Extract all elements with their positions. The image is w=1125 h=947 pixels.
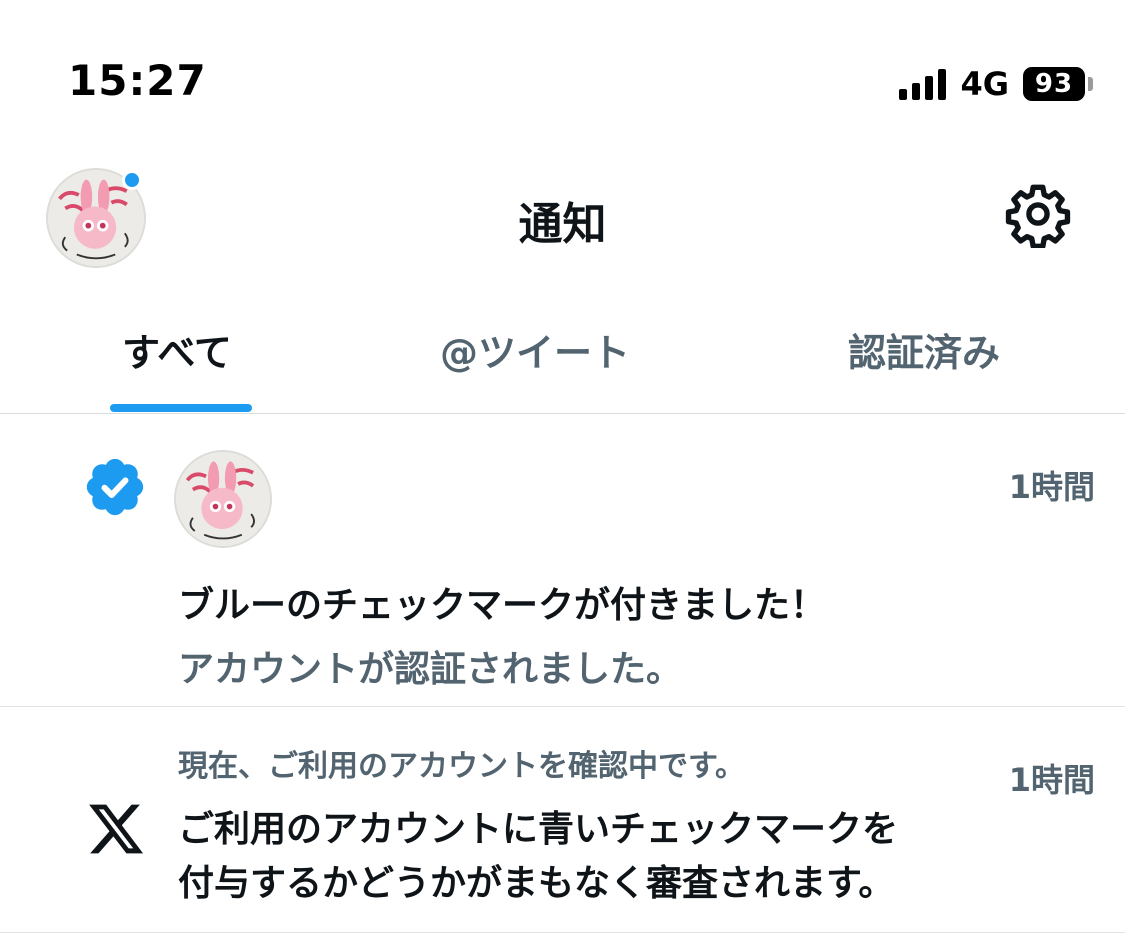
notification-avatar[interactable] [174, 450, 272, 548]
battery-cap [1088, 77, 1093, 91]
status-time: 15:27 [68, 56, 207, 105]
network-type: 4G [960, 65, 1009, 103]
battery-icon: 93 [1023, 67, 1093, 101]
status-bar: 15:27 4G 93 [0, 0, 1125, 130]
notification-body-line: ご利用のアカウントに青いチェックマークを [178, 809, 899, 850]
signal-strength-icon [899, 68, 947, 100]
active-tab-indicator [110, 404, 252, 412]
notification-title: ブルーのチェックマークが付きました！ [178, 585, 827, 626]
status-indicators: 4G 93 [899, 64, 1093, 104]
notification-item[interactable]: 現在、ご利用のアカウントを確認中です。 1時間 ご利用のアカウントに青いチェック… [0, 707, 1125, 933]
notification-tabs: すべて @ツイート 認証済み [0, 300, 1125, 414]
notification-time: 1時間 [1008, 468, 1095, 506]
notification-item[interactable]: 1時間 ブルーのチェックマークが付きました！ アカウントが認証されました。 [0, 414, 1125, 707]
notification-subtitle: アカウントが認証されました。 [178, 649, 683, 690]
tab-mentions[interactable]: @ツイート [440, 322, 630, 377]
tab-all[interactable]: すべて [122, 322, 232, 377]
tab-verified[interactable]: 認証済み [848, 322, 1000, 377]
gear-icon[interactable] [1004, 180, 1072, 249]
avatar-illustration-icon [176, 452, 270, 546]
notification-body: ご利用のアカウントに青いチェックマークを 付与するかどうかがまもなく審査されます… [178, 803, 1038, 911]
x-logo-icon [86, 799, 146, 859]
page-title: 通知 [518, 199, 607, 250]
notification-time: 1時間 [1008, 761, 1095, 799]
notification-subtitle: 現在、ご利用のアカウントを確認中です。 [178, 749, 745, 784]
header: 通知 [0, 160, 1125, 270]
verified-badge-icon [82, 454, 148, 520]
battery-level: 93 [1023, 67, 1085, 101]
unread-indicator [122, 170, 142, 190]
notification-body-line: 付与するかどうかがまもなく審査されます。 [178, 863, 895, 904]
